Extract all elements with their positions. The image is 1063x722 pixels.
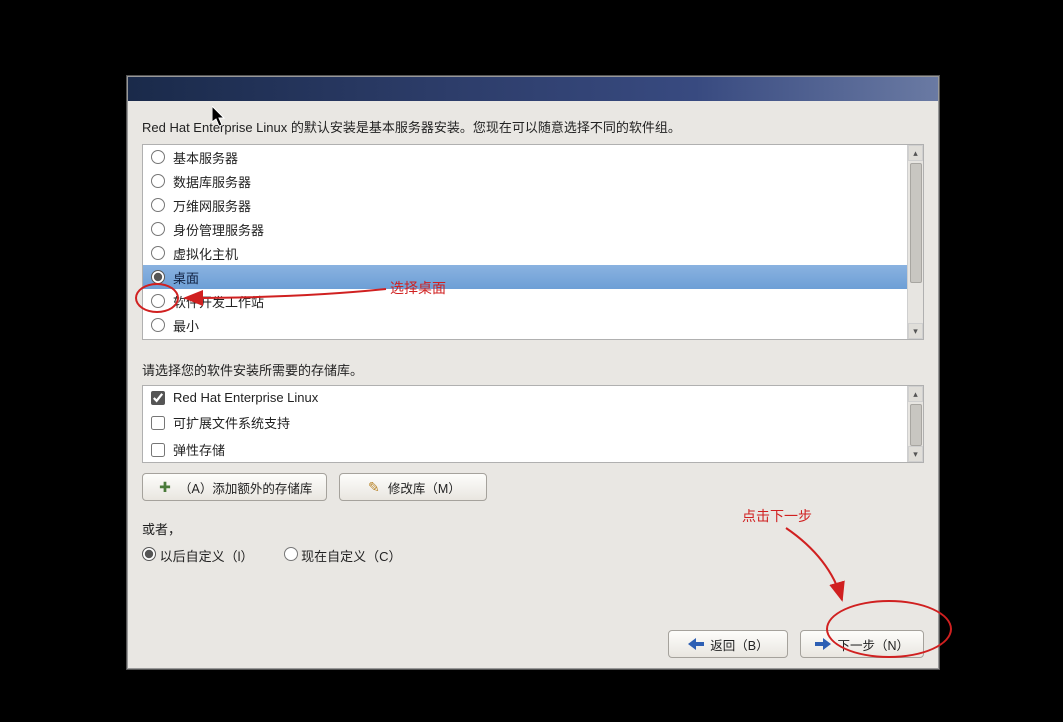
software-group-row[interactable]: 虚拟化主机	[143, 241, 907, 265]
repo-heading: 请选择您的软件安装所需要的存储库。	[142, 360, 924, 379]
software-group-row[interactable]: 基本服务器	[143, 145, 907, 169]
software-group-label: 数据库服务器	[173, 172, 251, 191]
customize-now[interactable]: 现在自定义（C）	[284, 546, 402, 565]
arrow-left-icon	[688, 638, 704, 650]
software-group-row[interactable]: 身份管理服务器	[143, 217, 907, 241]
add-repo-button[interactable]: （A）添加额外的存储库	[142, 473, 327, 501]
modify-repo-label: 修改库（M）	[388, 478, 461, 497]
customize-now-radio[interactable]	[284, 547, 298, 561]
software-group-listbox[interactable]: 基本服务器 数据库服务器 万维网服务器 身份管理服务器	[142, 144, 924, 340]
software-group-row[interactable]: 最小	[143, 313, 907, 337]
customize-later[interactable]: 以后自定义（l）	[142, 546, 254, 565]
next-button[interactable]: 下一步（N）	[800, 630, 924, 658]
or-label: 或者，	[142, 519, 924, 538]
scroll-up-arrow-icon[interactable]: ▴	[908, 145, 923, 161]
customize-now-label: 现在自定义（C）	[301, 549, 401, 564]
software-group-label: 软件开发工作站	[173, 292, 264, 311]
scrollbar-thumb[interactable]	[910, 404, 922, 446]
repo-row[interactable]: Red Hat Enterprise Linux	[143, 386, 907, 409]
software-group-radio[interactable]	[151, 150, 165, 164]
software-group-label: 基本服务器	[173, 148, 238, 167]
back-button[interactable]: 返回（B）	[668, 630, 788, 658]
modify-repo-button[interactable]: 修改库（M）	[339, 473, 487, 501]
arrow-right-icon	[815, 638, 831, 650]
repo-row[interactable]: 可扩展文件系统支持	[143, 409, 907, 436]
repo-scrollbar[interactable]: ▴ ▾	[907, 386, 923, 462]
software-group-radio[interactable]	[151, 222, 165, 236]
software-group-label: 身份管理服务器	[173, 220, 264, 239]
software-group-radio[interactable]	[151, 294, 165, 308]
software-group-radio[interactable]	[151, 246, 165, 260]
repo-checkbox[interactable]	[151, 391, 165, 405]
repo-label: 可扩展文件系统支持	[173, 413, 290, 432]
repo-listbox[interactable]: Red Hat Enterprise Linux 可扩展文件系统支持 弹性存储 …	[142, 385, 924, 463]
installer-window: Red Hat Enterprise Linux 的默认安装是基本服务器安装。您…	[127, 76, 939, 669]
title-bar	[128, 77, 938, 101]
repo-label: 弹性存储	[173, 440, 225, 459]
page-heading: Red Hat Enterprise Linux 的默认安装是基本服务器安装。您…	[142, 117, 924, 136]
software-group-label: 最小	[173, 316, 199, 335]
repo-checkbox[interactable]	[151, 443, 165, 457]
customize-later-radio[interactable]	[142, 547, 156, 561]
footer-buttons: 返回（B） 下一步（N）	[142, 630, 924, 658]
software-group-radio[interactable]	[151, 174, 165, 188]
add-repo-label: （A）添加额外的存储库	[179, 478, 312, 497]
customize-options: 以后自定义（l） 现在自定义（C）	[142, 546, 924, 565]
back-button-label: 返回（B）	[710, 635, 768, 654]
software-group-row[interactable]: 数据库服务器	[143, 169, 907, 193]
edit-icon	[366, 479, 382, 495]
content-area: Red Hat Enterprise Linux 的默认安装是基本服务器安装。您…	[128, 101, 938, 668]
repo-label: Red Hat Enterprise Linux	[173, 390, 318, 405]
scroll-up-arrow-icon[interactable]: ▴	[908, 386, 923, 402]
software-group-radio[interactable]	[151, 198, 165, 212]
software-group-radio[interactable]	[151, 318, 165, 332]
scrollbar-thumb[interactable]	[910, 163, 922, 283]
customize-later-label: 以后自定义（l）	[160, 549, 254, 564]
scroll-down-arrow-icon[interactable]: ▾	[908, 446, 923, 462]
software-group-label: 桌面	[173, 268, 199, 287]
software-group-label: 万维网服务器	[173, 196, 251, 215]
next-button-label: 下一步（N）	[837, 635, 909, 654]
scroll-down-arrow-icon[interactable]: ▾	[908, 323, 923, 339]
software-group-radio[interactable]	[151, 270, 165, 284]
repo-checkbox[interactable]	[151, 416, 165, 430]
software-group-row[interactable]: 万维网服务器	[143, 193, 907, 217]
listbox-scrollbar[interactable]: ▴ ▾	[907, 145, 923, 339]
plus-icon	[157, 479, 173, 495]
software-group-label: 虚拟化主机	[173, 244, 238, 263]
software-group-row-selected[interactable]: 桌面	[143, 265, 907, 289]
repo-row[interactable]: 弹性存储	[143, 436, 907, 463]
software-group-row[interactable]: 软件开发工作站	[143, 289, 907, 313]
